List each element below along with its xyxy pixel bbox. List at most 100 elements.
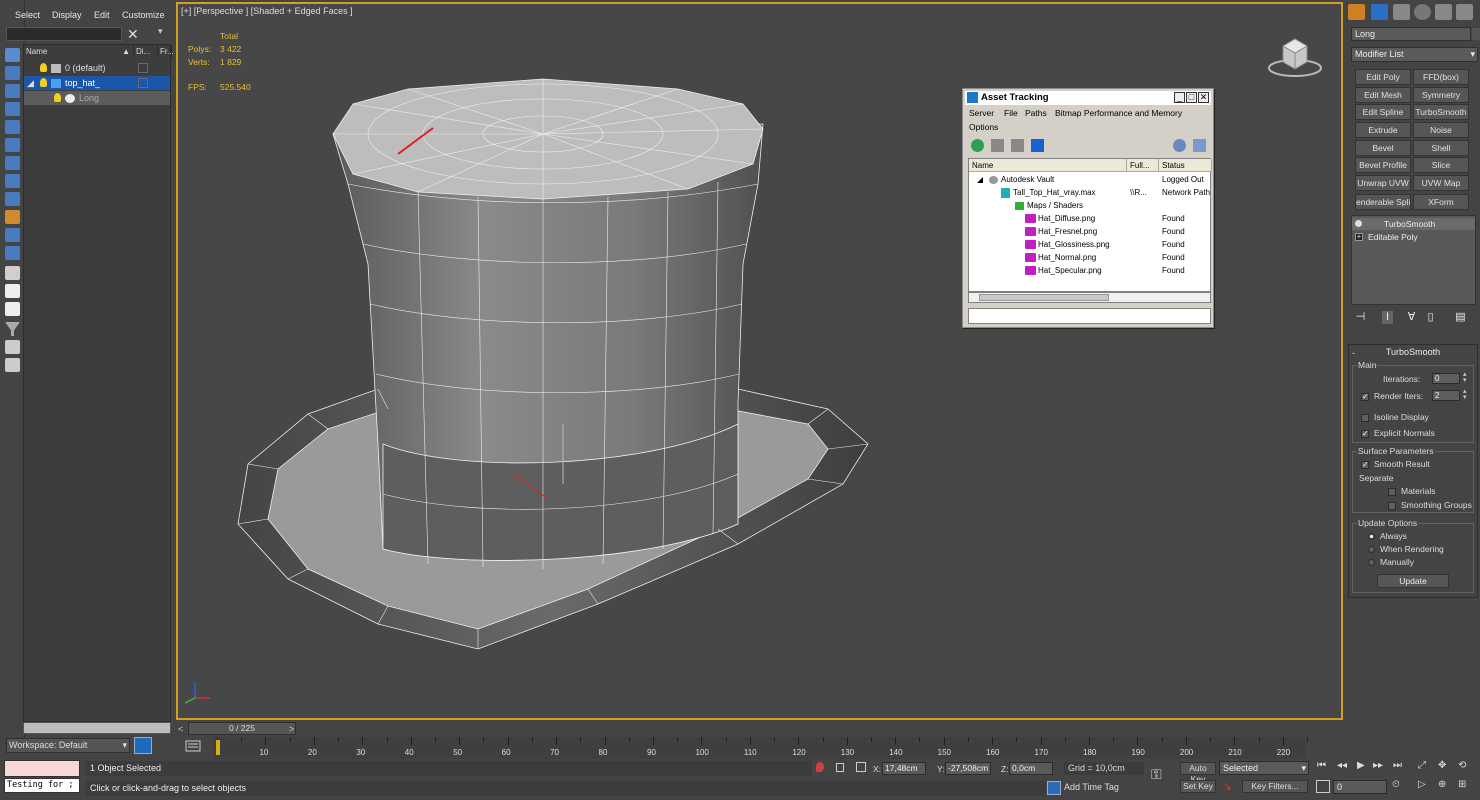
modifier-button[interactable]: Symmetry bbox=[1413, 87, 1469, 103]
settings-icon[interactable] bbox=[1193, 139, 1206, 152]
set-key-button[interactable]: Set Key bbox=[1180, 780, 1216, 793]
modifier-button[interactable]: UVW Map bbox=[1413, 175, 1469, 191]
detail-view-icon[interactable] bbox=[1011, 139, 1024, 152]
modifier-button[interactable]: Edit Mesh bbox=[1355, 87, 1411, 103]
column-display[interactable]: Di... bbox=[134, 45, 158, 58]
y-coordinate[interactable]: -27,508cm bbox=[945, 762, 991, 775]
light-bulb-icon[interactable] bbox=[40, 63, 47, 72]
display-hidden-icon[interactable] bbox=[5, 284, 20, 298]
workspace-dropdown[interactable]: Workspace: Default ▾ bbox=[6, 738, 130, 753]
track-bar[interactable]: 10 20 30 40 50 60 70 80 90 100 110 120 130 140 150 160 1… bbox=[213, 737, 1308, 759]
materials-checkbox[interactable] bbox=[1388, 488, 1396, 496]
time-slider[interactable]: 0 / 225 bbox=[188, 722, 296, 735]
key-icon[interactable]: ⚿ bbox=[1151, 766, 1162, 783]
viewcube-icon[interactable] bbox=[1265, 32, 1325, 82]
field-of-view-icon[interactable]: ▷ bbox=[1418, 779, 1426, 790]
asset-row[interactable]: ◢ Autodesk Vault Logged Out bbox=[969, 173, 1210, 186]
layer-manager-icon[interactable] bbox=[5, 340, 20, 354]
smooth-result-checkbox[interactable]: ✓ bbox=[1361, 461, 1369, 469]
go-to-end-icon[interactable]: ⏭ bbox=[1393, 760, 1402, 771]
iterations-spinner[interactable]: 0 bbox=[1432, 373, 1460, 384]
isolate-selection-icon[interactable] bbox=[816, 762, 824, 772]
hierarchy-icon[interactable] bbox=[5, 358, 20, 372]
maxscript-mini-listener[interactable] bbox=[4, 760, 80, 777]
asset-tracking-titlebar[interactable]: Asset Tracking _ □ ✕ bbox=[965, 91, 1211, 105]
tree-row-layer-top-hat[interactable]: ◢ top_hat_ bbox=[24, 76, 170, 90]
clear-search-icon[interactable]: ✕ bbox=[127, 26, 139, 43]
display-helpers-icon[interactable] bbox=[5, 156, 20, 170]
display-groups-icon[interactable] bbox=[5, 192, 20, 206]
motion-tab-icon[interactable] bbox=[1414, 4, 1431, 20]
modifier-button[interactable]: FFD(box) bbox=[1413, 69, 1469, 85]
walkthrough-icon[interactable]: ⊕ bbox=[1438, 779, 1446, 790]
asset-menu-options[interactable]: Options bbox=[969, 122, 998, 132]
add-time-tag[interactable]: Add Time Tag bbox=[1064, 782, 1119, 792]
spinner-arrows-icon[interactable]: ▴ ▾ bbox=[1463, 371, 1467, 384]
modifier-button[interactable]: Bevel Profile bbox=[1355, 157, 1411, 173]
x-coordinate[interactable]: 17,48cm bbox=[882, 762, 926, 775]
render-iters-spinner[interactable]: 2 bbox=[1432, 390, 1460, 401]
display-toggle[interactable] bbox=[138, 63, 148, 73]
smoothing-groups-checkbox[interactable] bbox=[1388, 502, 1396, 510]
display-spacewarps-icon[interactable] bbox=[5, 174, 20, 188]
auto-key-button[interactable]: Auto Key bbox=[1180, 762, 1216, 784]
hierarchy-tab-icon[interactable] bbox=[1393, 4, 1410, 20]
menu-customize[interactable]: Customize bbox=[122, 10, 165, 20]
asset-row[interactable]: Hat_Specular.png Found bbox=[969, 264, 1210, 277]
time-tag-icon[interactable] bbox=[1047, 781, 1061, 795]
display-toggle[interactable] bbox=[138, 78, 148, 88]
configure-modifier-sets-icon[interactable]: ▤ bbox=[1455, 311, 1466, 324]
modifier-button[interactable]: XForm bbox=[1413, 194, 1469, 210]
modifier-button[interactable]: Edit Poly bbox=[1355, 69, 1411, 85]
display-bones-icon[interactable] bbox=[5, 228, 20, 242]
modifier-button[interactable]: enderable Splin bbox=[1355, 194, 1411, 210]
display-geometry-icon[interactable] bbox=[5, 84, 20, 98]
listener-output[interactable]: Testing for ; bbox=[4, 778, 80, 793]
asset-row[interactable]: Maps / Shaders bbox=[969, 199, 1210, 212]
asset-menu-paths[interactable]: Paths bbox=[1025, 108, 1047, 118]
modifier-button[interactable]: Bevel bbox=[1355, 140, 1411, 156]
render-iters-checkbox[interactable]: ✓ bbox=[1361, 393, 1369, 401]
display-all-icon[interactable] bbox=[5, 302, 20, 316]
tree-row-layer-default[interactable]: 0 (default) bbox=[24, 61, 170, 75]
asset-row[interactable]: Hat_Diffuse.png Found bbox=[969, 212, 1210, 225]
display-tab-icon[interactable] bbox=[1435, 4, 1452, 20]
always-radio[interactable] bbox=[1368, 533, 1375, 540]
utilities-tab-icon[interactable] bbox=[1456, 4, 1473, 20]
modifier-button[interactable]: Extrude bbox=[1355, 122, 1411, 138]
layer-explorer-icon[interactable] bbox=[134, 737, 152, 754]
modifier-button[interactable]: Shell bbox=[1413, 140, 1469, 156]
expand-plus-icon[interactable]: + bbox=[1355, 233, 1363, 241]
z-coordinate[interactable]: 0,0cm bbox=[1009, 762, 1053, 775]
make-unique-icon[interactable]: ∀ bbox=[1406, 311, 1417, 324]
key-mode-toggle-icon[interactable] bbox=[1316, 780, 1330, 793]
show-end-result-icon[interactable]: I bbox=[1382, 311, 1393, 324]
spinner-arrows-icon[interactable]: ▴ ▾ bbox=[1463, 388, 1467, 401]
zoom-extents-all-icon[interactable]: ⤢ bbox=[1418, 760, 1426, 771]
explorer-dropdown-icon[interactable]: ▾ bbox=[158, 26, 163, 37]
maximize-icon[interactable]: □ bbox=[1186, 92, 1197, 103]
object-name-field[interactable]: Long bbox=[1351, 27, 1471, 41]
set-key-arrow-icon[interactable]: ↘ bbox=[1222, 779, 1236, 793]
previous-frame-icon[interactable]: ◂◂ bbox=[1337, 760, 1347, 771]
display-frozen-icon[interactable] bbox=[5, 266, 20, 280]
light-bulb-icon[interactable] bbox=[40, 78, 47, 87]
filter-icon[interactable] bbox=[5, 322, 20, 336]
asset-row[interactable]: Tall_Top_Hat_vray.max \\R... Network Pat… bbox=[969, 186, 1210, 199]
bulb-icon[interactable] bbox=[1355, 220, 1362, 227]
modifier-button[interactable]: Noise bbox=[1413, 122, 1469, 138]
display-xrefs-icon[interactable] bbox=[5, 210, 20, 224]
refresh-icon[interactable] bbox=[971, 139, 984, 152]
play-icon[interactable]: ▶ bbox=[1357, 760, 1365, 771]
collapse-arrow-icon[interactable]: ◢ bbox=[27, 76, 34, 90]
create-tab-icon[interactable] bbox=[1348, 4, 1365, 20]
column-freeze[interactable]: Fr... bbox=[158, 45, 174, 58]
modifier-button[interactable]: TurboSmooth bbox=[1413, 104, 1469, 120]
close-icon[interactable]: ✕ bbox=[1198, 92, 1209, 103]
current-frame-field[interactable]: 0 bbox=[1333, 780, 1387, 794]
tree-row-object-long[interactable]: Long bbox=[24, 91, 170, 105]
list-view-icon[interactable] bbox=[991, 139, 1004, 152]
maximize-viewport-icon[interactable]: ⊞ bbox=[1458, 779, 1466, 790]
go-to-start-icon[interactable]: ⏮ bbox=[1317, 760, 1326, 771]
asset-column-full-path[interactable]: Full... bbox=[1127, 159, 1159, 172]
